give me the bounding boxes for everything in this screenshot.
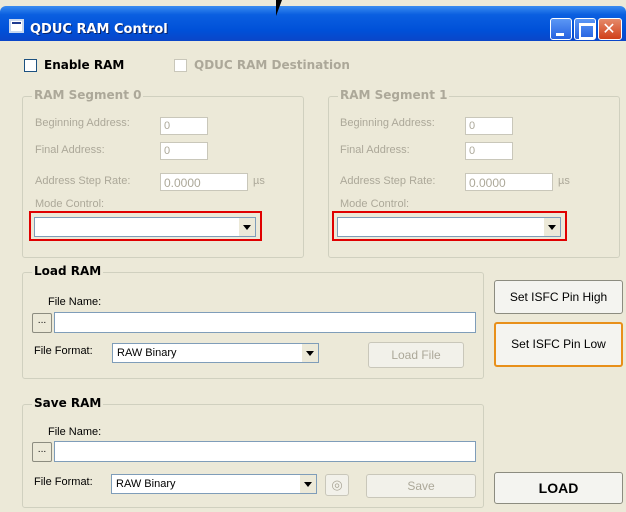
seg0-step-input[interactable]: 0.0000 xyxy=(160,173,248,191)
save-file-format-value: RAW Binary xyxy=(116,478,176,490)
seg1-step-unit: µs xyxy=(558,175,570,187)
seg1-mode-label: Mode Control: xyxy=(340,198,410,210)
save-file-format-dropdown[interactable]: RAW Binary xyxy=(111,474,317,494)
eye-icon[interactable]: ◎ xyxy=(325,474,349,496)
maximize-icon[interactable] xyxy=(574,18,596,40)
load-file-name-input[interactable] xyxy=(54,312,476,333)
seg0-step-label: Address Step Rate: xyxy=(35,175,131,187)
app-icon xyxy=(9,19,24,33)
minimize-icon[interactable] xyxy=(550,18,572,40)
seg0-final-label: Final Address: xyxy=(35,144,105,156)
seg1-final-input[interactable]: 0 xyxy=(465,142,513,160)
chevron-down-icon[interactable] xyxy=(543,218,560,236)
load-file-format-value: RAW Binary xyxy=(117,347,177,359)
seg1-step-label: Address Step Rate: xyxy=(340,175,436,187)
chevron-down-icon[interactable] xyxy=(299,475,316,493)
seg0-begin-input[interactable]: 0 xyxy=(160,117,208,135)
save-file-name-input[interactable] xyxy=(54,441,476,462)
seg1-final-label: Final Address: xyxy=(340,144,410,156)
dialog-window: QDUC RAM Control ✕ Enable RAM QDUC RAM D… xyxy=(0,0,626,512)
seg1-mode-dropdown[interactable] xyxy=(337,217,561,237)
qduc-ram-destination-label: QDUC RAM Destination xyxy=(194,58,350,72)
enable-ram-label: Enable RAM xyxy=(44,58,125,72)
load-file-button[interactable]: Load File xyxy=(368,342,464,368)
seg1-begin-label: Beginning Address: xyxy=(340,117,435,129)
close-icon[interactable]: ✕ xyxy=(598,18,622,40)
mouse-cursor-icon xyxy=(276,0,282,16)
load-browse-button[interactable]: ... xyxy=(32,313,52,333)
seg0-final-input[interactable]: 0 xyxy=(160,142,208,160)
set-isfc-pin-high-button[interactable]: Set ISFC Pin High xyxy=(494,280,623,314)
save-file-name-label: File Name: xyxy=(48,426,102,438)
save-button[interactable]: Save xyxy=(366,474,476,498)
save-file-format-label: File Format: xyxy=(34,476,93,488)
chevron-down-icon[interactable] xyxy=(301,344,318,362)
seg0-begin-label: Beginning Address: xyxy=(35,117,130,129)
title-bar[interactable]: QDUC RAM Control ✕ xyxy=(0,6,626,41)
save-browse-button[interactable]: ... xyxy=(32,442,52,462)
seg1-step-input[interactable]: 0.0000 xyxy=(465,173,553,191)
load-file-format-label: File Format: xyxy=(34,345,93,357)
window-title: QDUC RAM Control xyxy=(30,22,168,37)
load-file-format-dropdown[interactable]: RAW Binary xyxy=(112,343,319,363)
seg0-step-unit: µs xyxy=(253,175,265,187)
save-ram-title: Save RAM xyxy=(32,396,104,410)
qduc-ram-destination-checkbox[interactable] xyxy=(174,59,187,72)
seg0-mode-label: Mode Control: xyxy=(35,198,105,210)
chevron-down-icon[interactable] xyxy=(238,218,255,236)
ram-segment-0-title: RAM Segment 0 xyxy=(32,88,144,102)
load-ram-title: Load RAM xyxy=(32,264,104,278)
load-file-name-label: File Name: xyxy=(48,296,102,308)
load-button[interactable]: LOAD xyxy=(494,472,623,504)
enable-ram-checkbox[interactable] xyxy=(24,59,37,72)
ram-segment-1-title: RAM Segment 1 xyxy=(338,88,450,102)
set-isfc-pin-low-button[interactable]: Set ISFC Pin Low xyxy=(494,322,623,367)
seg0-mode-dropdown[interactable] xyxy=(34,217,256,237)
seg1-begin-input[interactable]: 0 xyxy=(465,117,513,135)
